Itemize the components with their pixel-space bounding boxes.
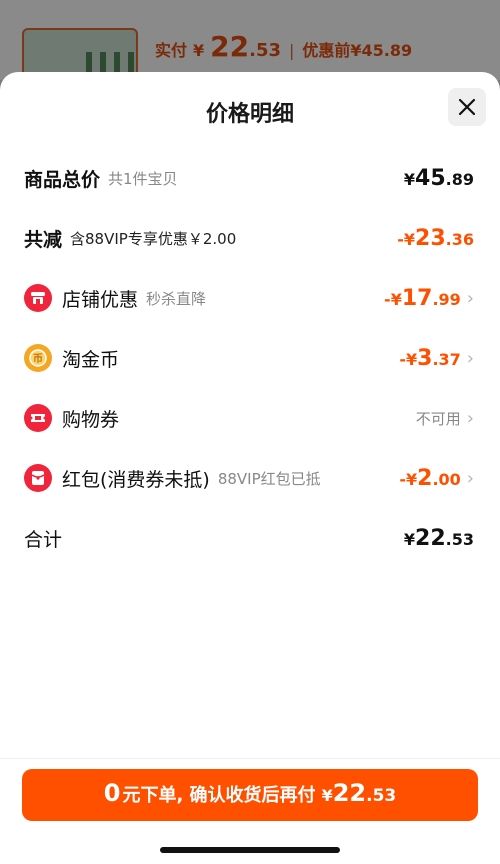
- red-packet-icon: [24, 464, 52, 492]
- currency: -¥: [384, 289, 402, 309]
- shop-discount-label: 店铺优惠: [62, 288, 139, 311]
- reduction-note: 含88VIP专享优惠￥2.00: [70, 229, 237, 248]
- row-shop-discount[interactable]: 店铺优惠 秒杀直降 -¥ 17 .99 ›: [24, 278, 474, 318]
- goods-total-amount: ¥ 45 .89: [404, 166, 474, 191]
- amount-int: 23: [415, 225, 446, 251]
- reduction-label: 共减: [24, 228, 63, 251]
- currency: ¥: [403, 169, 416, 189]
- currency: -¥: [399, 469, 418, 489]
- red-packet-amount: -¥ 2 .00: [399, 466, 460, 491]
- thumb-bar: [100, 52, 106, 72]
- ticket-icon: [24, 404, 52, 432]
- cta-zero: 0: [103, 779, 121, 807]
- amount-dec: .99: [432, 289, 461, 309]
- row-sum: 合计 ¥ 22 .53: [24, 518, 474, 558]
- cta-text: 元下单, 确认收货后再付: [122, 785, 316, 806]
- amount-int: 22: [415, 525, 446, 551]
- currency: -¥: [399, 349, 418, 369]
- amount-dec: .36: [445, 229, 474, 249]
- sum-label: 合计: [24, 528, 63, 551]
- red-packet-label: 红包(消费券未抵): [62, 468, 210, 491]
- amount-int: 45: [415, 165, 446, 191]
- coupon-label: 购物券: [62, 408, 120, 431]
- amount-int: 17: [401, 285, 433, 311]
- place-order-button[interactable]: 0 元下单, 确认收货后再付 ¥ 22 .53: [22, 769, 478, 821]
- taojinbi-amount: -¥ 3 .37: [399, 346, 460, 371]
- row-total-reduction: 共减 含88VIP专享优惠￥2.00 -¥ 23 .36: [24, 218, 474, 258]
- close-icon: [458, 98, 476, 116]
- svg-text:币: 币: [33, 353, 43, 365]
- home-indicator: [160, 847, 340, 853]
- before-discount-price: 优惠前¥45.89: [302, 41, 413, 60]
- close-button[interactable]: [448, 88, 486, 126]
- amount-int: 2: [417, 465, 433, 491]
- chevron-right-icon: ›: [466, 407, 474, 429]
- red-packet-note: 88VIP红包已抵: [217, 469, 321, 488]
- currency: ¥: [403, 529, 416, 549]
- thumb-bar: [128, 52, 134, 72]
- chevron-right-icon: ›: [466, 287, 474, 309]
- coupon-status: 不可用: [415, 409, 461, 428]
- price-detail-sheet: 价格明细 商品总价 共1件宝贝 ¥ 45 .89 共减 含88VIP专享优惠￥2…: [0, 72, 500, 864]
- currency: -¥: [397, 229, 416, 249]
- chevron-right-icon: ›: [466, 467, 474, 489]
- row-red-packet[interactable]: 红包(消费券未抵) 88VIP红包已抵 -¥ 2 .00 ›: [24, 458, 474, 498]
- paid-currency: ¥: [193, 41, 205, 60]
- background-price: 实付 ¥ 22 .53 | 优惠前¥45.89: [155, 30, 412, 64]
- cta-int: 22: [332, 779, 367, 807]
- sheet-title: 价格明细: [205, 102, 294, 127]
- amount-dec: .53: [445, 529, 474, 549]
- background-order-strip: 实付 ¥ 22 .53 | 优惠前¥45.89: [0, 0, 500, 80]
- reduction-amount: -¥ 23 .36: [397, 226, 474, 251]
- chevron-right-icon: ›: [466, 347, 474, 369]
- row-shopping-coupon[interactable]: 购物券 不可用 ›: [24, 398, 474, 438]
- shop-discount-amount: -¥ 17 .99: [384, 286, 461, 311]
- taojinbi-label: 淘金币: [62, 348, 120, 371]
- goods-total-label: 商品总价: [24, 168, 101, 191]
- cta-dec: .53: [366, 786, 397, 806]
- amount-dec: .00: [432, 469, 461, 489]
- thumb-bar: [86, 52, 92, 72]
- shop-icon: [24, 284, 52, 312]
- cta-currency: ¥: [321, 786, 333, 805]
- amount-int: 3: [417, 345, 433, 371]
- goods-count: 共1件宝贝: [108, 169, 178, 188]
- row-taojinbi[interactable]: 币 淘金币 -¥ 3 .37 ›: [24, 338, 474, 378]
- paid-int: 22: [210, 30, 250, 63]
- paid-dec: .53: [249, 40, 282, 61]
- amount-dec: .37: [432, 349, 461, 369]
- paid-label: 实付: [155, 41, 188, 60]
- row-goods-total: 商品总价 共1件宝贝 ¥ 45 .89: [24, 158, 474, 198]
- thumb-bar: [114, 52, 120, 72]
- amount-dec: .89: [445, 169, 474, 189]
- coin-icon: 币: [24, 344, 52, 372]
- price-separator: |: [289, 41, 295, 60]
- sum-amount: ¥ 22 .53: [404, 526, 474, 551]
- shop-discount-note: 秒杀直降: [146, 289, 207, 308]
